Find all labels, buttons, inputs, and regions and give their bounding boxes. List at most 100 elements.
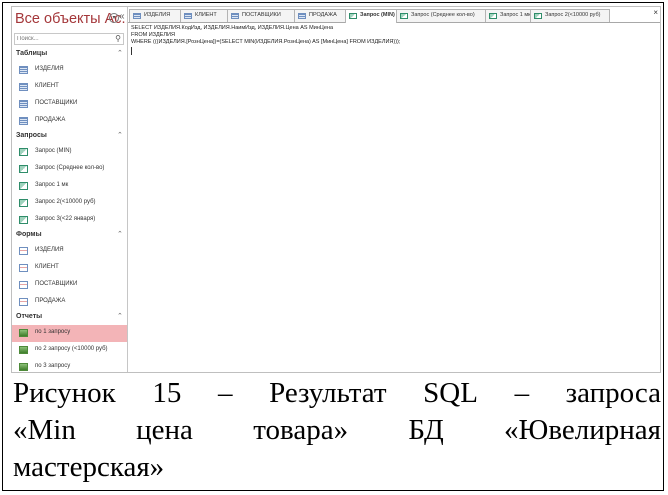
nav-item[interactable]: КЛИЕНТ [12, 79, 127, 96]
nav-search-box[interactable]: ⚲ [14, 33, 124, 45]
nav-item[interactable]: ПОСТАВЩИКИ [12, 96, 127, 113]
nav-item[interactable]: ИЗДЕЛИЯ [12, 62, 127, 79]
document-tab-label: Запрос 2(<10000 руб) [545, 12, 601, 18]
nav-group-reports[interactable]: Отчеты ⌃ [12, 311, 127, 325]
query-icon [19, 182, 28, 190]
form-icon [19, 247, 28, 255]
nav-item-label: по 2 запросу (<10000 руб) [35, 346, 108, 352]
form-icon [19, 264, 28, 272]
report-icon [19, 346, 28, 354]
document-tab[interactable]: Запрос 1 мк [485, 9, 531, 22]
sql-editor[interactable]: SELECT ИЗДЕЛИЯ.КодИзд, ИЗДЕЛИЯ.НаимИзд, … [131, 25, 656, 46]
nav-group-forms[interactable]: Формы ⌃ [12, 229, 127, 243]
nav-item[interactable]: по 3 запросу [12, 359, 127, 372]
nav-item-label: ПРОДАЖА [35, 117, 66, 123]
nav-item-label: по 3 запросу [35, 363, 71, 369]
document-tab[interactable]: КЛИЕНТ [180, 9, 228, 22]
nav-item-label: ПОСТАВЩИКИ [35, 100, 78, 106]
document-tab[interactable]: ПОСТАВЩИКИ [227, 9, 295, 22]
document-tab-label: Запрос (Среднее кол-во) [411, 12, 475, 18]
nav-item[interactable]: Запрос 1 мк [12, 178, 127, 195]
chevron-up-icon[interactable]: ⌃ [117, 312, 123, 320]
report-icon [19, 329, 28, 337]
navigation-pane: Все объекты Ac... ▾ « ⚲ Таблицы ⌃ ИЗДЕЛИЯ К… [12, 7, 128, 372]
caption-word: Рисунок [13, 377, 116, 409]
nav-item-label: КЛИЕНТ [35, 264, 59, 270]
caption-line-3: мастерская» [13, 451, 165, 483]
form-icon [19, 281, 28, 289]
nav-item-label: ИЗДЕЛИЯ [35, 66, 64, 72]
nav-item-label: ИЗДЕЛИЯ [35, 247, 64, 253]
nav-group-tables[interactable]: Таблицы ⌃ [12, 48, 127, 62]
nav-item[interactable]: КЛИЕНТ [12, 260, 127, 277]
nav-header[interactable]: Все объекты Ac... ▾ « [12, 7, 127, 31]
nav-group-label: Запросы [16, 132, 47, 139]
chevron-up-icon[interactable]: ⌃ [117, 230, 123, 238]
text-caret [131, 47, 132, 55]
document-tabs: × ИЗДЕЛИЯ КЛИЕНТ ПОСТАВЩИКИ ПРОДАЖА Запрос (… [128, 7, 660, 23]
document-tab-label: Запрос 1 мк [500, 12, 531, 18]
nav-item-label: Запрос 1 мк [35, 182, 69, 188]
nav-item-label: Запрос (Среднее кол-во) [35, 165, 105, 171]
caption-word: Результат [269, 377, 387, 409]
table-icon [19, 66, 28, 74]
document-tab-label: ИЗДЕЛИЯ [144, 12, 171, 18]
document-tab-label: КЛИЕНТ [195, 12, 217, 18]
query-icon [400, 13, 408, 19]
nav-item[interactable]: по 2 запросу (<10000 руб) [12, 342, 127, 359]
search-icon[interactable]: ⚲ [115, 34, 121, 44]
nav-item-label: Запрос 2(<10000 руб) [35, 199, 96, 205]
caption-word: запроса [565, 377, 661, 409]
query-icon [349, 13, 357, 19]
caption-word: «Min [13, 414, 76, 446]
chevron-up-icon[interactable]: ⌃ [117, 131, 123, 139]
document-tab[interactable]: Запрос (Среднее кол-во) [396, 9, 486, 22]
nav-item-label: Запрос 3(<22 января) [35, 216, 96, 222]
nav-item[interactable]: ПРОДАЖА [12, 113, 127, 130]
caption-word: товара» [253, 414, 349, 446]
document-tab[interactable]: Запрос 2(<10000 руб) [530, 9, 610, 22]
document-area: × ИЗДЕЛИЯ КЛИЕНТ ПОСТАВЩИКИ ПРОДАЖА Запрос (… [128, 7, 660, 372]
nav-item[interactable]: Запрос 2(<10000 руб) [12, 195, 127, 212]
nav-item[interactable]: ПРОДАЖА [12, 294, 127, 311]
document-tab[interactable]: ИЗДЕЛИЯ [129, 9, 181, 22]
nav-item[interactable]: ИЗДЕЛИЯ [12, 243, 127, 260]
sql-line: FROM ИЗДЕЛИЯ [131, 32, 175, 38]
caption-word: цена [136, 414, 193, 446]
query-icon [19, 165, 28, 173]
nav-item[interactable]: ПОСТАВЩИКИ [12, 277, 127, 294]
document-tab[interactable]: ПРОДАЖА [294, 9, 346, 22]
access-window: Все объекты Ac... ▾ « ⚲ Таблицы ⌃ ИЗДЕЛИЯ К… [11, 6, 661, 373]
circle-chevron-icon[interactable]: ▾ [109, 13, 119, 23]
caption-word: «Ювелирная [504, 414, 661, 446]
table-icon [133, 13, 141, 19]
nav-item-label: Запрос (MIN) [35, 148, 72, 154]
document-tab-label: ПРОДАЖА [309, 12, 337, 18]
caption-word: – [217, 377, 233, 409]
nav-group-queries[interactable]: Запросы ⌃ [12, 130, 127, 144]
query-icon [19, 216, 28, 224]
nav-item[interactable]: Запрос (MIN) [12, 144, 127, 161]
nav-item[interactable]: Запрос 3(<22 января) [12, 212, 127, 229]
nav-item[interactable]: Запрос (Среднее кол-во) [12, 161, 127, 178]
query-icon [19, 148, 28, 156]
caption-word: 15 [152, 377, 182, 409]
caption-word: БД [408, 414, 444, 446]
nav-item-label: ПОСТАВЩИКИ [35, 281, 78, 287]
sql-line: WHERE (((ИЗДЕЛИЯ.[РознЦена])=(SELECT MIN… [131, 39, 401, 45]
figure-frame: Все объекты Ac... ▾ « ⚲ Таблицы ⌃ ИЗДЕЛИЯ К… [2, 2, 664, 491]
nav-item-label: ПРОДАЖА [35, 298, 66, 304]
double-chevron-left-icon[interactable]: « [119, 11, 125, 22]
form-icon [19, 298, 28, 306]
table-icon [184, 13, 192, 19]
document-tab[interactable]: Запрос (MIN) [345, 9, 397, 23]
query-icon [534, 13, 542, 19]
chevron-up-icon[interactable]: ⌃ [117, 49, 123, 57]
nav-group-label: Таблицы [16, 50, 48, 57]
nav-group-label: Отчеты [16, 313, 43, 320]
search-input[interactable] [17, 34, 107, 44]
document-tab-label: Запрос (MIN) [360, 12, 395, 18]
caption-line-2: «Min цена товара» БД «Ювелирная [13, 412, 661, 449]
close-icon[interactable]: × [653, 8, 658, 17]
nav-item[interactable]: по 1 запросу [12, 325, 127, 342]
